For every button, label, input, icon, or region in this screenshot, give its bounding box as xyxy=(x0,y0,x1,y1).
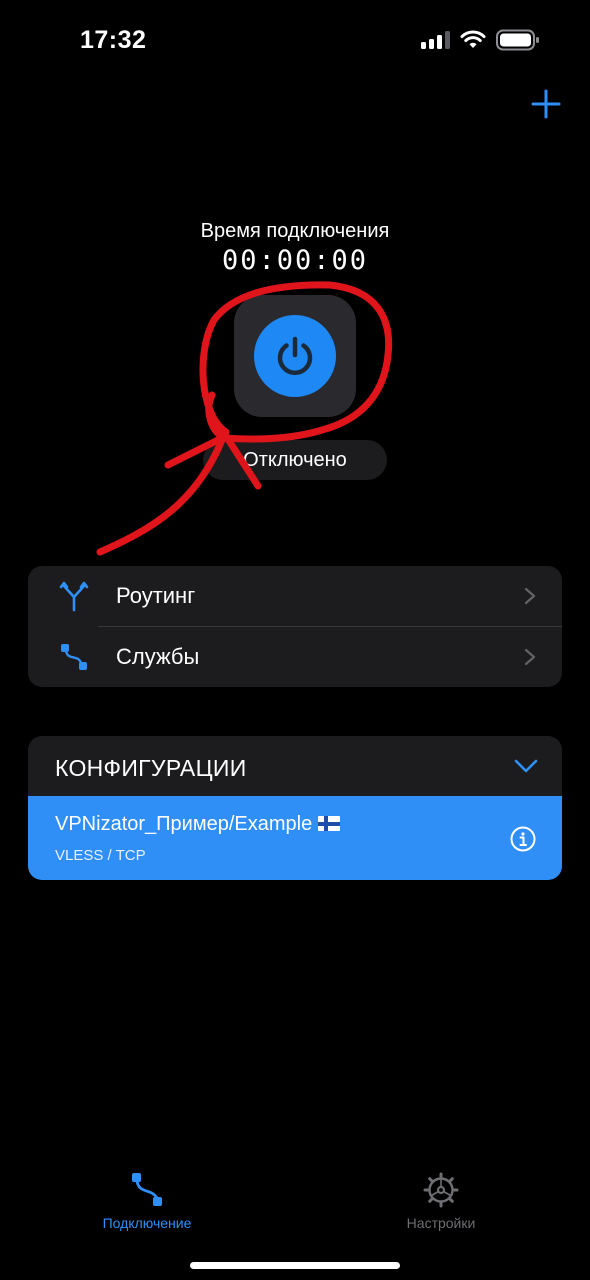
chevron-right-icon xyxy=(524,648,536,666)
status-icons xyxy=(421,28,540,52)
connection-timer: 00:00:00 xyxy=(221,245,369,276)
chevron-down-icon[interactable] xyxy=(514,756,538,776)
power-icon xyxy=(277,336,313,376)
configurations-card: КОНФИГУРАЦИИ VPNizator_Пример/Example VL… xyxy=(28,736,562,880)
config-protocol: VLESS / TCP xyxy=(55,847,146,864)
status-time: 17:32 xyxy=(80,26,147,54)
menu-item-routing[interactable]: Роутинг xyxy=(28,566,562,626)
menu-item-services[interactable]: Службы xyxy=(28,627,562,687)
services-icon xyxy=(61,644,87,670)
finland-flag-icon xyxy=(318,816,341,831)
tab-connection-label: Подключение xyxy=(102,1215,192,1231)
power-tile xyxy=(234,295,356,417)
battery-icon xyxy=(496,29,539,51)
add-config-button[interactable] xyxy=(530,88,562,120)
menu-card: Роутинг Службы xyxy=(28,566,562,687)
config-name-row: VPNizator_Пример/Example xyxy=(55,813,341,836)
chevron-right-icon xyxy=(524,587,536,605)
info-icon[interactable] xyxy=(510,826,536,852)
home-indicator xyxy=(190,1262,400,1269)
routing-icon xyxy=(59,581,89,612)
tab-settings[interactable]: Настройки xyxy=(376,1170,506,1240)
wifi-icon xyxy=(460,30,486,48)
configurations-header: КОНФИГУРАЦИИ xyxy=(28,736,562,796)
power-button[interactable] xyxy=(254,315,336,397)
configurations-title: КОНФИГУРАЦИИ xyxy=(55,755,247,781)
config-name: VPNizator_Пример/Example xyxy=(55,813,313,835)
menu-item-routing-label: Роутинг xyxy=(116,583,196,608)
connection-time-label: Время подключения xyxy=(200,220,390,242)
connection-status-text: Отключено xyxy=(243,448,347,471)
connection-icon xyxy=(132,1173,162,1206)
tab-settings-label: Настройки xyxy=(406,1215,476,1231)
cellular-signal-icon xyxy=(421,31,450,49)
menu-item-services-label: Службы xyxy=(116,644,200,669)
tab-connection[interactable]: Подключение xyxy=(82,1170,212,1240)
connection-status-badge: Отключено xyxy=(203,440,387,480)
gear-icon xyxy=(423,1172,459,1208)
config-item[interactable]: VPNizator_Пример/Example VLESS / TCP xyxy=(28,796,562,880)
